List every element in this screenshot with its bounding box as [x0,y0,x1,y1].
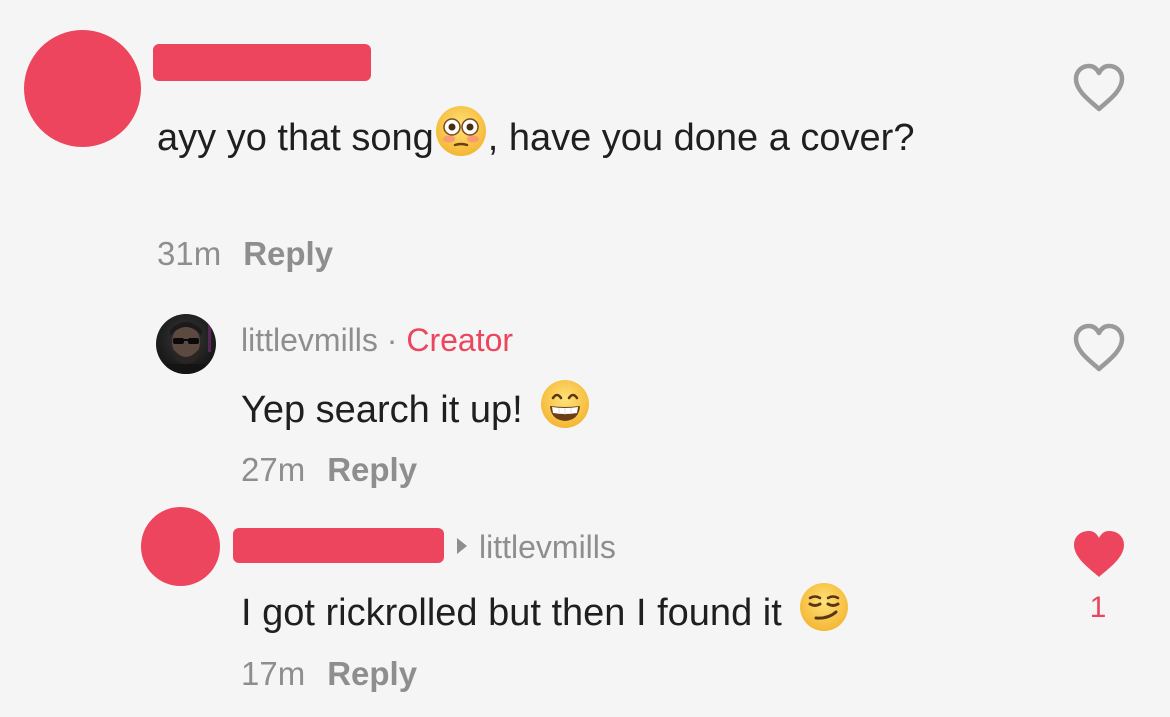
comment-text-part: I got rickrolled but then I found it [241,592,782,634]
creator-badge: Creator [406,322,514,358]
comment-header: littlevmills · Creator [241,318,513,362]
like-heart-icon[interactable] [1071,322,1127,379]
caret-right-icon [455,523,469,567]
reply-button[interactable]: Reply [243,235,333,272]
redacted-avatar[interactable] [24,30,141,147]
comment-text-part: ayy yo that song [157,117,434,159]
redacted-username[interactable] [233,528,444,563]
redacted-avatar[interactable] [141,507,220,586]
comment-meta: 27m Reply [241,448,417,492]
redacted-username[interactable] [153,44,371,81]
comment-meta: 31m Reply [157,232,333,276]
comment-meta: 17m Reply [241,652,417,696]
comment-text: I got rickrolled but then I found it [241,581,850,649]
reply-target: littlevmills [455,523,616,569]
like-heart-icon[interactable] [1071,62,1127,119]
grinning-face-emoji-icon [539,378,591,446]
liked-heart-icon[interactable] [1071,528,1127,585]
comment-time: 27m [241,451,306,488]
username[interactable]: littlevmills [241,322,378,358]
comment-text-part: Yep search it up! [241,389,523,431]
comment-time: 31m [157,235,222,272]
smirking-face-emoji-icon [798,581,850,649]
creator-avatar[interactable] [156,314,216,374]
comment-text: ayy yo that song , have you done a cover… [157,104,917,175]
flushed-face-emoji-icon [434,104,488,175]
replying-to-username[interactable]: littlevmills [479,529,616,565]
comment-time: 17m [241,655,306,692]
reply-button[interactable]: Reply [327,655,417,692]
comment-text: Yep search it up! [241,378,591,446]
comment-text-part: , have you done a cover? [487,117,915,159]
like-count: 1 [1089,591,1107,624]
separator-dot: · [386,322,398,358]
reply-button[interactable]: Reply [327,451,417,488]
